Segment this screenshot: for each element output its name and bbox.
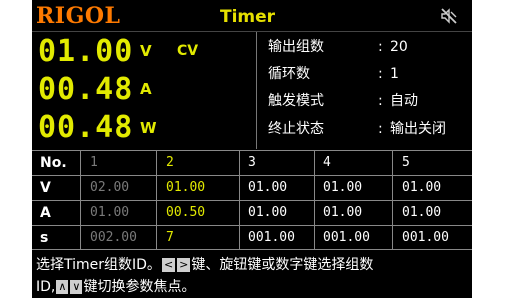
power-unit: W (140, 119, 157, 137)
row-header-time: s (40, 230, 49, 246)
up-key-icon: ∧ (56, 280, 69, 294)
row-header-voltage: V (40, 180, 51, 196)
current-unit: A (140, 80, 152, 98)
measurement-panel: 01.00 V CV 00.48 A 00.48 W (32, 32, 257, 149)
table-cell[interactable]: 001.00 (402, 230, 449, 246)
table-border (32, 150, 472, 151)
help-text: 选择Timer组数ID。 < > 键、旋钮键或数字键选择组数 ID, ∧ ∨ 键切换参数焦点… (36, 254, 472, 298)
table-border (32, 175, 472, 176)
help-line-1: 选择Timer组数ID。 < > 键、旋钮键或数字键选择组数 (36, 254, 472, 276)
output-groups-value[interactable]: 20 (390, 38, 408, 56)
table-border (32, 200, 472, 201)
table-cell[interactable]: 01.00 (248, 205, 287, 221)
table-cell[interactable]: 001.00 (323, 230, 370, 246)
table-cell[interactable]: 01.00 (402, 205, 441, 221)
trigger-mode-value[interactable]: 自动 (390, 92, 418, 110)
table-cell[interactable]: 01.00 (90, 205, 129, 221)
help-text-segment: 键、旋钮键或数字键选择组数 (191, 257, 374, 273)
regulation-mode-badge: CV (177, 43, 199, 59)
column-header-3[interactable]: 3 (248, 155, 256, 171)
voltage-readout: 01.00 (38, 34, 134, 69)
timer-screen: RIGOL Timer 01.00 V CV 00.48 A 00.48 W 输… (32, 0, 472, 298)
table-corner-header: No. (40, 155, 67, 171)
help-line-2: ID, ∧ ∨ 键切换参数焦点。 (36, 276, 472, 298)
help-text-segment: 键切换参数焦点。 (83, 279, 196, 295)
table-cell[interactable]: 01.00 (323, 180, 362, 196)
speaker-mute-icon[interactable] (439, 6, 459, 26)
table-border (32, 225, 472, 226)
table-border (80, 150, 81, 250)
column-header-5[interactable]: 5 (402, 155, 410, 171)
power-readout: 00.48 (38, 110, 134, 145)
colon: : (378, 121, 383, 137)
cycles-label: 循环数 (268, 66, 310, 82)
end-state-label: 终止状态 (268, 121, 324, 137)
table-border (314, 150, 315, 250)
end-state-value[interactable]: 输出关闭 (390, 120, 446, 138)
current-readout: 00.48 (38, 72, 134, 107)
table-cell[interactable]: 001.00 (248, 230, 295, 246)
page-title: Timer (220, 7, 276, 27)
timer-settings-panel: 输出组数 : 20 循环数 : 1 触发模式 : 自动 终止状态 : 输出关闭 (262, 32, 472, 149)
help-text-segment: 选择Timer组数ID。 (36, 257, 161, 273)
table-border (32, 249, 472, 250)
title-bar: RIGOL Timer (32, 0, 472, 32)
table-cell[interactable]: 01.00 (402, 180, 441, 196)
row-header-current: A (40, 205, 51, 221)
column-header-4[interactable]: 4 (323, 155, 331, 171)
table-cell[interactable]: 01.00 (323, 205, 362, 221)
table-cell[interactable]: 02.00 (90, 180, 129, 196)
table-border (392, 150, 393, 250)
table-cell[interactable]: 00.50 (166, 205, 205, 221)
cycles-value[interactable]: 1 (390, 65, 399, 83)
colon: : (378, 39, 383, 55)
table-border (239, 150, 240, 250)
table-border (156, 150, 157, 250)
output-groups-label: 输出组数 (268, 39, 324, 55)
colon: : (378, 66, 383, 82)
table-cell[interactable]: 01.00 (248, 180, 287, 196)
table-cell[interactable]: 7 (166, 230, 174, 246)
trigger-mode-label: 触发模式 (268, 93, 324, 109)
timer-parameter-table: No. 1 2 3 4 5 V 02.00 01.00 01.00 01.00 … (32, 150, 472, 250)
column-header-1[interactable]: 1 (90, 155, 98, 171)
table-cell[interactable]: 002.00 (90, 230, 137, 246)
voltage-unit: V (140, 42, 152, 60)
down-key-icon: ∨ (70, 280, 83, 294)
colon: : (378, 93, 383, 109)
column-header-2[interactable]: 2 (166, 155, 174, 171)
right-key-icon: > (177, 258, 191, 272)
help-text-segment: ID, (36, 279, 56, 295)
left-key-icon: < (161, 258, 176, 272)
brand-logo: RIGOL (36, 3, 121, 29)
table-cell[interactable]: 01.00 (166, 180, 205, 196)
